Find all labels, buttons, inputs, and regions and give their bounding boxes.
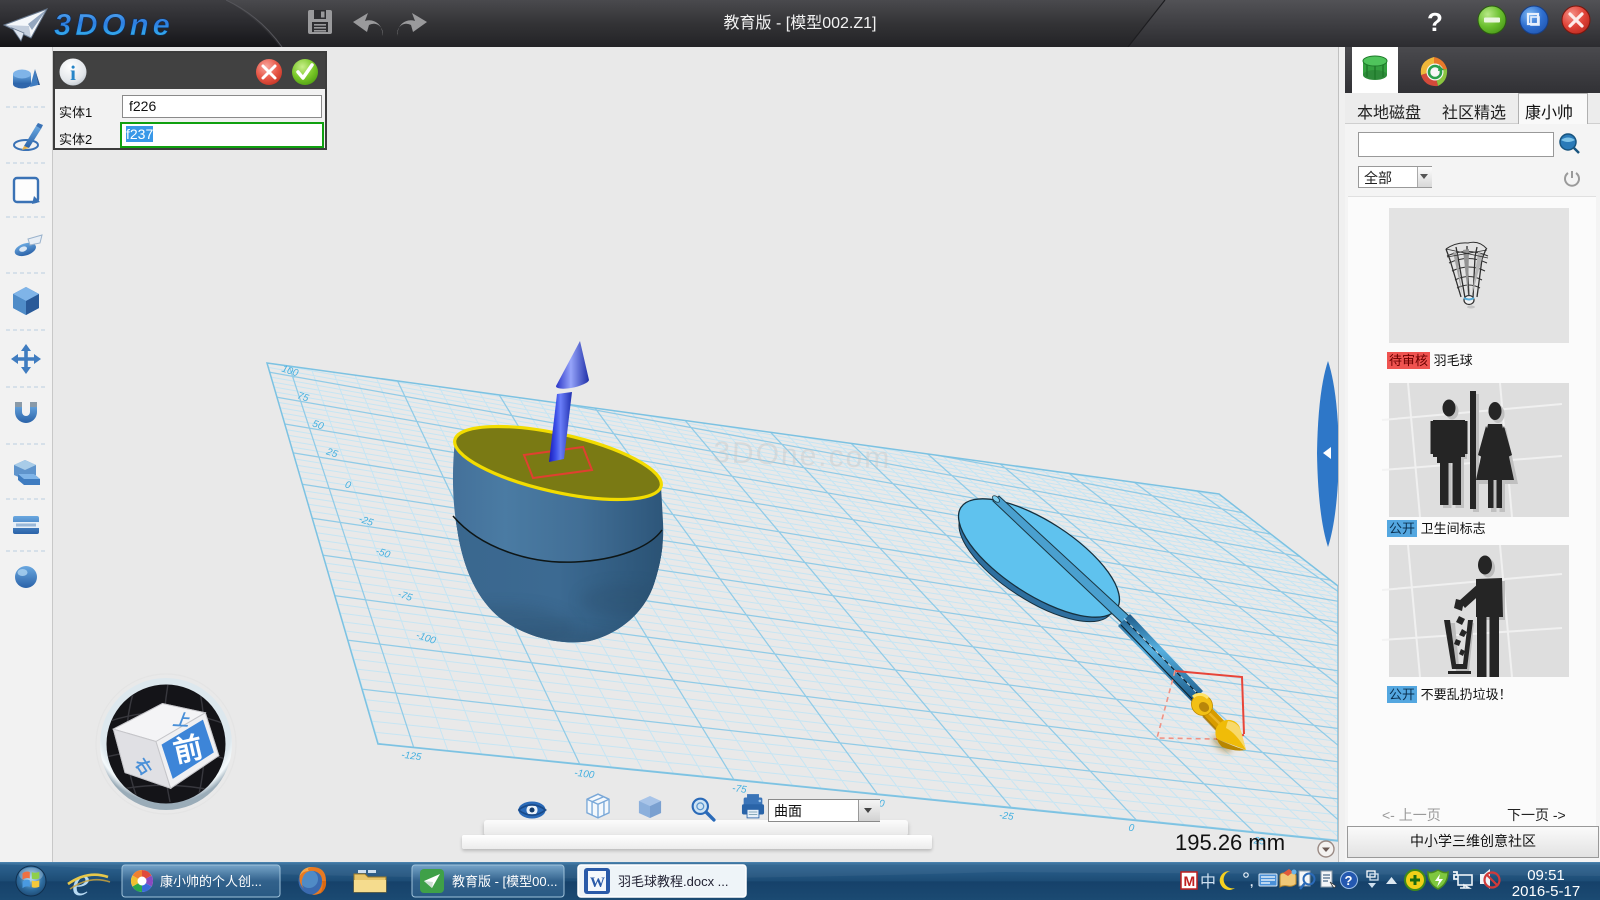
svg-text:?: ? <box>1427 7 1443 37</box>
svg-text:羽毛球教程.docx ...: 羽毛球教程.docx ... <box>618 874 729 889</box>
svg-text:中: 中 <box>1200 873 1216 891</box>
svg-text:-125: -125 <box>401 750 423 763</box>
svg-text:0: 0 <box>1128 823 1135 835</box>
svg-text:3DOne.com: 3DOne.com <box>713 436 892 475</box>
svg-text:-25: -25 <box>998 810 1014 823</box>
svg-text:W: W <box>590 875 605 891</box>
svg-text:教育版 - [模型00...: 教育版 - [模型00... <box>452 874 557 889</box>
svg-text:-50: -50 <box>374 546 392 561</box>
svg-text:3DOne: 3DOne <box>54 7 174 42</box>
svg-text:i: i <box>70 61 76 85</box>
svg-text:,: , <box>1250 875 1253 889</box>
svg-text:M: M <box>1184 873 1196 889</box>
svg-text:?: ? <box>1345 873 1353 888</box>
svg-text:2016-5-17: 2016-5-17 <box>1512 883 1580 900</box>
svg-text:-75: -75 <box>396 589 414 604</box>
svg-text:-100: -100 <box>574 768 596 781</box>
svg-text:教育版 - [模型002.Z1]: 教育版 - [模型002.Z1] <box>724 14 877 32</box>
svg-text:康小帅的个人创...: 康小帅的个人创... <box>160 874 262 889</box>
svg-text:09:51: 09:51 <box>1527 867 1565 884</box>
